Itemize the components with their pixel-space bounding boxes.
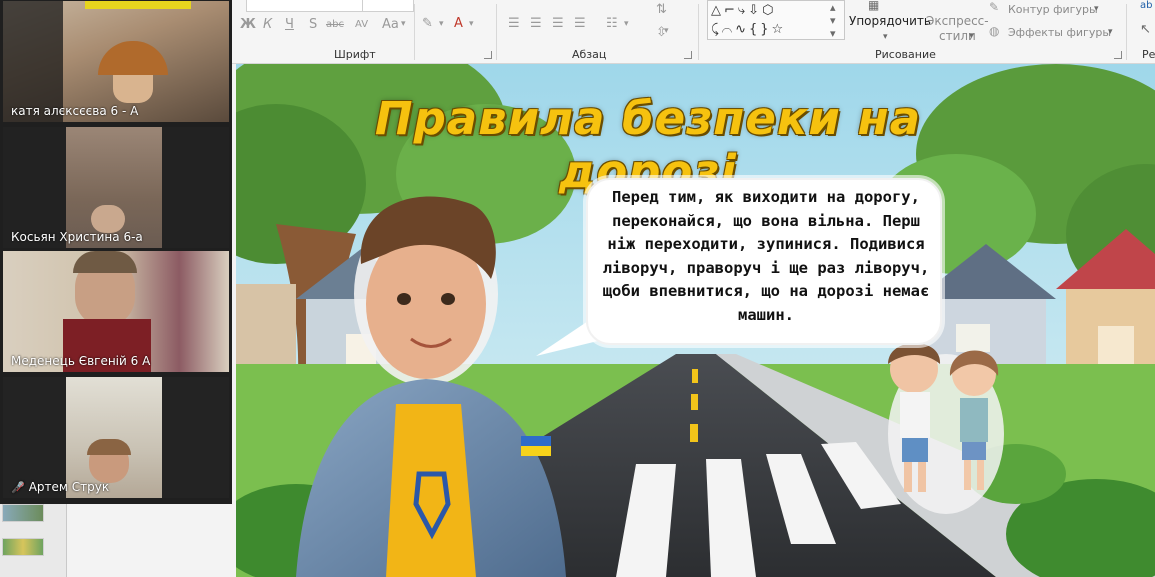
align-left-icon[interactable]: ☰	[508, 16, 520, 31]
participant-name: Меденець Євгеній 6 А	[11, 354, 151, 368]
font-dialog-launcher[interactable]	[484, 51, 492, 59]
change-case-button[interactable]: Aa	[382, 17, 399, 32]
chevron-down-icon[interactable]: ▾	[469, 19, 474, 29]
slide-gutter	[67, 504, 237, 577]
editing-group-label: Ред	[1142, 48, 1155, 61]
quick-styles-button[interactable]: Экспресс-	[926, 14, 989, 28]
pen-icon: ✎	[989, 0, 1000, 14]
chevron-down-icon[interactable]: ▾	[624, 19, 629, 29]
participant-name: 🎤̸ Артем Струк	[11, 480, 110, 494]
shape-outline-button[interactable]: Контур фигуры	[1008, 3, 1098, 16]
font-size-input[interactable]	[362, 0, 414, 12]
drawing-dialog-launcher[interactable]	[1114, 51, 1122, 59]
slide-thumbnail[interactable]	[2, 504, 44, 522]
gallery-up-icon[interactable]: ▴	[830, 1, 836, 14]
effects-icon: ◍	[989, 24, 1000, 38]
chevron-down-icon[interactable]: ▾	[401, 19, 406, 29]
shape-effects-button[interactable]: Эффекты фигуры	[1008, 26, 1111, 39]
justify-icon[interactable]: ☰	[574, 16, 586, 31]
paragraph-dialog-launcher[interactable]	[684, 51, 692, 59]
highlight-icon[interactable]: ✎	[422, 16, 433, 31]
columns-icon[interactable]: ☷	[606, 16, 618, 31]
participant-tile[interactable]: Косьян Христина 6-а	[3, 127, 229, 248]
char-spacing-button[interactable]: AV	[355, 19, 368, 30]
replace-icon[interactable]: ab	[1140, 0, 1152, 11]
italic-button[interactable]: К	[263, 17, 272, 32]
participant-tile[interactable]: 🎤̸ Артем Струк	[3, 377, 229, 498]
bold-button[interactable]: Ж	[240, 17, 256, 32]
slide-thumbnail[interactable]	[2, 538, 44, 556]
chevron-down-icon[interactable]: ▾	[664, 26, 669, 36]
participant-tile[interactable]: Меденець Євгеній 6 А	[3, 251, 229, 372]
font-color-icon[interactable]: A	[454, 16, 463, 31]
slide-canvas[interactable]: Правила безпеки на дорозі Перед тим, як …	[236, 64, 1155, 577]
underline-button[interactable]: Ч	[285, 17, 294, 32]
chevron-down-icon[interactable]: ▾	[439, 19, 444, 29]
speech-bubble[interactable]: Перед тим, як виходити на дорогу, переко…	[586, 178, 942, 345]
align-right-icon[interactable]: ☰	[552, 16, 564, 31]
font-name-input[interactable]	[246, 0, 364, 12]
video-panel: катя алєксєєва 6 - А Косьян Христина 6-а…	[0, 0, 232, 504]
strikethrough-button[interactable]: abc	[326, 19, 344, 30]
participant-name: катя алєксєєва 6 - А	[11, 104, 139, 118]
shapes-gallery[interactable]: △⌐⤷⇩⬡ ⤹⌒∿{}☆	[707, 0, 845, 40]
shadow-button[interactable]: S	[309, 17, 317, 32]
participant-tile[interactable]: катя алєксєєва 6 - А	[3, 1, 229, 122]
gallery-more-icon[interactable]: ▾	[830, 27, 836, 40]
chevron-down-icon[interactable]: ▾	[969, 31, 974, 41]
drawing-group-label: Рисование	[875, 48, 936, 61]
arrange-button[interactable]: Упорядочить	[849, 14, 931, 28]
font-group-label: Шрифт	[334, 48, 376, 61]
speech-bubble-text: Перед тим, як виходити на дорогу, переко…	[602, 188, 930, 324]
text-direction-icon[interactable]: ⇅	[656, 2, 667, 17]
select-icon[interactable]: ↖	[1140, 22, 1151, 37]
paragraph-group-label: Абзац	[572, 48, 607, 61]
chevron-down-icon[interactable]: ▾	[1094, 4, 1099, 14]
chevron-down-icon[interactable]: ▾	[1108, 27, 1113, 37]
muted-mic-icon: 🎤̸	[11, 481, 25, 494]
gallery-down-icon[interactable]: ▾	[830, 14, 836, 27]
arrange-icon[interactable]: ▦	[868, 0, 879, 12]
align-center-icon[interactable]: ☰	[530, 16, 542, 31]
chevron-down-icon[interactable]: ▾	[883, 32, 888, 42]
slide-thumbnails	[0, 504, 66, 577]
ribbon: Ж К Ч S abc AV Aa ▾ ✎ ▾ A ▾ Шрифт ☰ ☰ ☰ …	[232, 0, 1155, 64]
participant-name: Косьян Христина 6-а	[11, 230, 143, 244]
